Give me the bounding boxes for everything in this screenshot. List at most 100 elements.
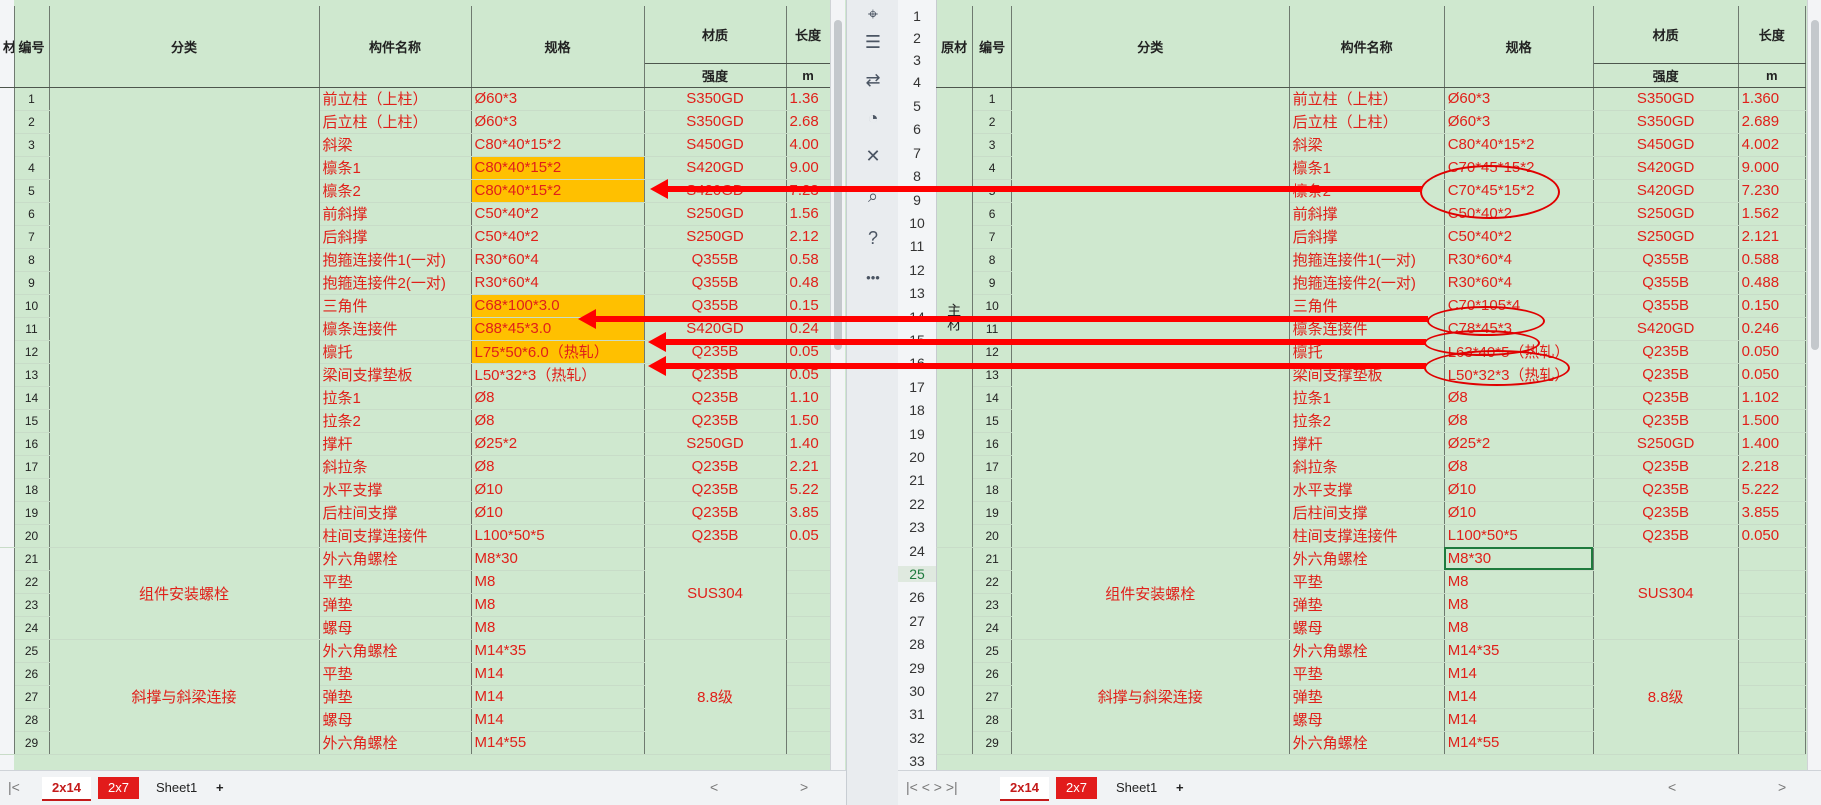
row-number-cell[interactable]: 27 <box>14 685 50 709</box>
add-sheet-button[interactable]: + <box>1166 777 1194 799</box>
spec-cell[interactable]: Ø8 <box>1444 455 1594 479</box>
length-cell[interactable]: 1.562 <box>1738 202 1807 226</box>
spec-cell[interactable]: Ø60*3 <box>1444 87 1594 111</box>
part-name-cell[interactable]: 檩条1 <box>1289 156 1445 180</box>
part-name-cell[interactable]: 斜拉条 <box>1289 455 1445 479</box>
scroll-right-icon[interactable]: > <box>800 779 808 795</box>
material-cell[interactable]: S350GD <box>644 110 787 134</box>
length-cell[interactable]: 2.21 <box>786 455 831 479</box>
length-cell[interactable]: 1.56 <box>786 202 831 226</box>
material-cell[interactable]: Q355B <box>644 248 787 272</box>
spec-cell[interactable]: M14*55 <box>471 731 645 755</box>
spec-cell[interactable]: M8 <box>1444 570 1594 594</box>
part-name-cell[interactable]: 斜拉条 <box>319 455 472 479</box>
right-sheet-grid[interactable]: 1234567891011121314151617181920212223242… <box>898 0 1821 771</box>
row-number-cell[interactable]: 2 <box>14 110 50 134</box>
length-cell[interactable]: 2.68 <box>786 110 831 134</box>
length-cell[interactable] <box>1738 570 1807 594</box>
spec-cell[interactable]: Ø10 <box>1444 501 1594 525</box>
length-cell[interactable] <box>1738 731 1807 755</box>
part-name-cell[interactable]: 撑杆 <box>1289 432 1445 456</box>
material-cell[interactable]: S350GD <box>644 87 787 111</box>
spec-cell[interactable]: L100*50*5 <box>471 524 645 548</box>
row-number-cell[interactable]: 2 <box>972 110 1012 134</box>
material-cell[interactable]: S450GD <box>1593 133 1739 157</box>
spec-cell[interactable]: M8*30 <box>471 547 645 571</box>
part-name-cell[interactable]: 外六角螺栓 <box>319 731 472 755</box>
tab-2x7[interactable]: 2x7 <box>1056 777 1097 799</box>
part-name-cell[interactable]: 拉条2 <box>1289 409 1445 433</box>
spec-cell[interactable]: M8 <box>1444 593 1594 617</box>
part-name-cell[interactable]: 拉条1 <box>319 386 472 410</box>
row-number-cell[interactable]: 26 <box>14 662 50 686</box>
length-cell[interactable]: 1.360 <box>1738 87 1807 111</box>
spec-cell[interactable]: M14 <box>1444 708 1594 732</box>
length-cell[interactable]: 0.050 <box>1738 524 1807 548</box>
material-cell[interactable]: Q235B <box>644 409 787 433</box>
length-cell[interactable]: 9.00 <box>786 156 831 180</box>
length-cell[interactable]: 2.218 <box>1738 455 1807 479</box>
spec-cell[interactable]: C50*40*2 <box>471 225 645 249</box>
length-cell[interactable]: 2.12 <box>786 225 831 249</box>
length-cell[interactable]: 1.10 <box>786 386 831 410</box>
row-number-cell[interactable]: 29 <box>972 731 1012 755</box>
tab-2x14[interactable]: 2x14 <box>42 777 91 801</box>
tab-2x7[interactable]: 2x7 <box>98 777 139 799</box>
part-name-cell[interactable]: 拉条1 <box>1289 386 1445 410</box>
material-cell[interactable]: S250GD <box>1593 225 1739 249</box>
add-sheet-button[interactable]: + <box>206 777 234 799</box>
spec-cell[interactable]: Ø25*2 <box>1444 432 1594 456</box>
material-cell[interactable]: Q355B <box>1593 271 1739 295</box>
row-number-cell[interactable]: 10 <box>14 294 50 318</box>
length-cell[interactable] <box>786 708 831 732</box>
material-cell[interactable]: Q235B <box>1593 340 1739 364</box>
part-name-cell[interactable]: 前立柱（上柱） <box>1289 87 1445 111</box>
material-cell[interactable]: S420GD <box>1593 156 1739 180</box>
spec-cell[interactable]: M14 <box>471 685 645 709</box>
length-cell[interactable]: 1.102 <box>1738 386 1807 410</box>
row-number-cell[interactable]: 15 <box>14 409 50 433</box>
part-name-cell[interactable]: 外六角螺栓 <box>1289 547 1445 571</box>
row-number-cell[interactable]: 6 <box>14 202 50 226</box>
length-cell[interactable]: 4.002 <box>1738 133 1807 157</box>
row-number-cell[interactable]: 7 <box>972 225 1012 249</box>
part-name-cell[interactable]: 弹垫 <box>319 593 472 617</box>
row-number-cell[interactable]: 18 <box>14 478 50 502</box>
length-cell[interactable]: 7.230 <box>1738 179 1807 203</box>
spec-cell[interactable]: L75*50*6.0（热轧） <box>471 340 645 364</box>
row-number-cell[interactable]: 28 <box>972 708 1012 732</box>
row-number-cell[interactable]: 3 <box>972 133 1012 157</box>
row-header-number[interactable]: 19 <box>898 426 936 442</box>
material-cell[interactable]: Q355B <box>1593 294 1739 318</box>
row-number-cell[interactable]: 4 <box>972 156 1012 180</box>
length-cell[interactable]: 0.05 <box>786 524 831 548</box>
row-number-cell[interactable]: 17 <box>972 455 1012 479</box>
spec-cell[interactable]: C80*40*15*2 <box>471 179 645 203</box>
length-cell[interactable]: 2.121 <box>1738 225 1807 249</box>
part-name-cell[interactable]: 后立柱（上柱） <box>319 110 472 134</box>
spec-cell[interactable]: Ø10 <box>1444 478 1594 502</box>
length-cell[interactable]: 0.48 <box>786 271 831 295</box>
row-number-cell[interactable]: 22 <box>972 570 1012 594</box>
part-name-cell[interactable]: 前立柱（上柱） <box>319 87 472 111</box>
length-cell[interactable] <box>1738 593 1807 617</box>
length-cell[interactable] <box>1738 708 1807 732</box>
part-name-cell[interactable]: 平垫 <box>319 662 472 686</box>
length-cell[interactable]: 1.50 <box>786 409 831 433</box>
part-name-cell[interactable]: 三角件 <box>1289 294 1445 318</box>
row-header-number[interactable]: 27 <box>898 613 936 629</box>
row-number-cell[interactable]: 6 <box>972 202 1012 226</box>
row-header-number[interactable]: 25 <box>898 566 936 582</box>
row-header-number[interactable]: 23 <box>898 519 936 535</box>
length-cell[interactable]: 0.488 <box>1738 271 1807 295</box>
material-cell[interactable]: S250GD <box>644 432 787 456</box>
spec-cell[interactable]: Ø25*2 <box>471 432 645 456</box>
row-header-number[interactable]: 4 <box>898 74 936 90</box>
part-name-cell[interactable]: 檩条连接件 <box>319 317 472 341</box>
row-header-number[interactable]: 10 <box>898 215 936 231</box>
part-name-cell[interactable]: 水平支撑 <box>1289 478 1445 502</box>
material-cell[interactable]: Q355B <box>644 271 787 295</box>
part-name-cell[interactable]: 弹垫 <box>1289 685 1445 709</box>
row-number-cell[interactable]: 24 <box>14 616 50 640</box>
row-header-number[interactable]: 2 <box>898 30 936 46</box>
